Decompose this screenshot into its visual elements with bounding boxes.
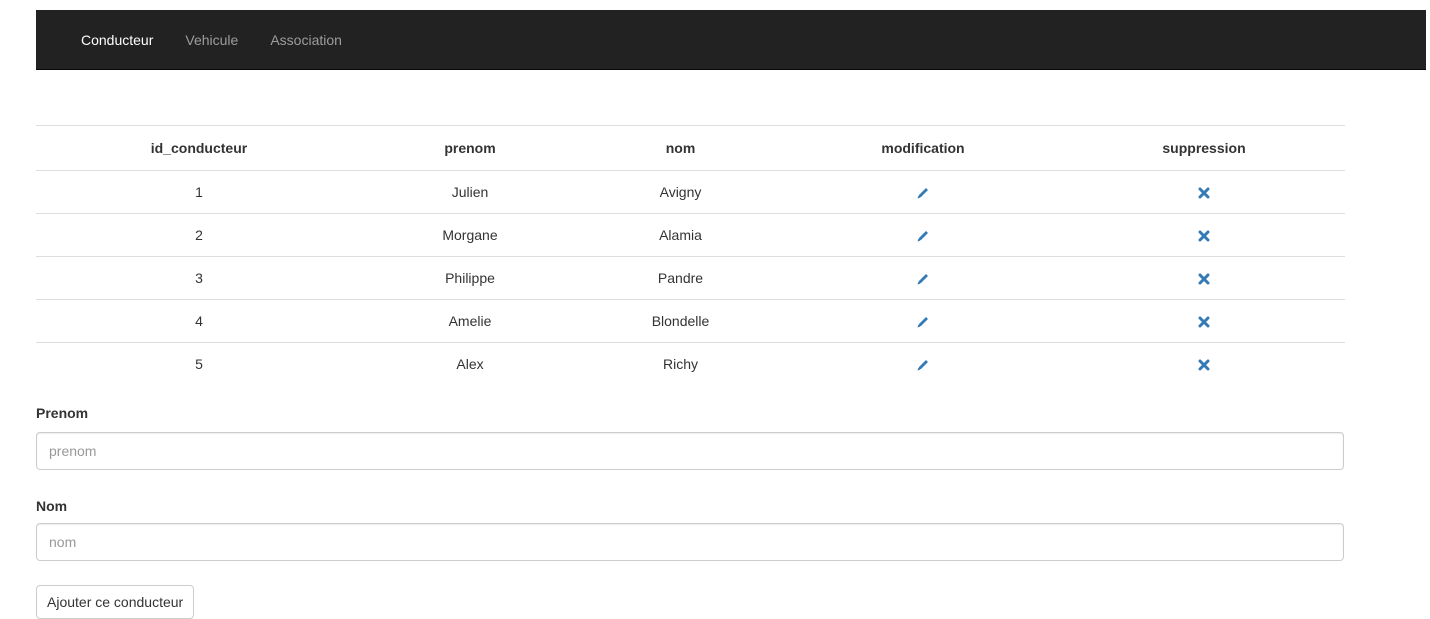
cell-modification bbox=[783, 256, 1063, 300]
cell-id-conducteur: 4 bbox=[36, 299, 362, 343]
pencil-icon[interactable] bbox=[915, 228, 931, 244]
table-row: 4 Amelie Blondelle bbox=[36, 299, 1345, 343]
cell-modification bbox=[783, 170, 1063, 214]
nom-label: Nom bbox=[36, 498, 68, 514]
nav-item-conducteur[interactable]: Conducteur bbox=[81, 32, 153, 48]
remove-icon[interactable] bbox=[1196, 314, 1212, 330]
cell-suppression bbox=[1063, 170, 1345, 214]
cell-prenom: Alex bbox=[456, 356, 484, 372]
remove-icon[interactable] bbox=[1196, 185, 1212, 201]
table-row: 2 Morgane Alamia bbox=[36, 213, 1345, 257]
navbar: Conducteur Vehicule Association bbox=[36, 10, 1426, 70]
table-row: 3 Philippe Pandre bbox=[36, 256, 1345, 300]
top-strip bbox=[0, 0, 1430, 10]
cell-id-conducteur: 2 bbox=[36, 213, 362, 257]
cell-prenom: Morgane bbox=[362, 213, 578, 257]
cell-id-conducteur: 3 bbox=[36, 256, 362, 300]
header-id-conducteur: id_conducteur bbox=[36, 125, 362, 171]
cell-prenom: Amelie bbox=[362, 299, 578, 343]
cell-suppression bbox=[1063, 256, 1345, 300]
cell-id-conducteur: 5 bbox=[195, 356, 203, 372]
conducteur-table: id_conducteur prenom nom modification su… bbox=[36, 125, 1345, 385]
cell-id-conducteur: 1 bbox=[36, 170, 362, 214]
remove-icon[interactable] bbox=[1196, 271, 1212, 287]
pencil-icon[interactable] bbox=[915, 314, 931, 330]
table-body: 1 Julien Avigny 2 Morgane Alamia 3 Philippe Pand… bbox=[36, 170, 1345, 386]
cell-nom: Avigny bbox=[578, 170, 783, 214]
add-conducteur-button[interactable]: Ajouter ce conducteur bbox=[36, 585, 195, 619]
cell-modification bbox=[783, 213, 1063, 257]
main-content: id_conducteur prenom nom modification su… bbox=[36, 125, 1345, 385]
cell-nom: Pandre bbox=[578, 256, 783, 300]
cell-prenom: Julien bbox=[362, 170, 578, 214]
cell-suppression bbox=[1063, 213, 1345, 257]
prenom-input[interactable] bbox=[36, 432, 1344, 470]
cell-modification bbox=[783, 343, 1063, 386]
pencil-icon[interactable] bbox=[915, 185, 931, 201]
nom-input[interactable] bbox=[36, 523, 1344, 561]
pencil-icon[interactable] bbox=[915, 357, 931, 373]
table-row: 1 Julien Avigny bbox=[36, 170, 1345, 214]
remove-icon[interactable] bbox=[1196, 228, 1212, 244]
nav-item-association[interactable]: Association bbox=[270, 32, 342, 48]
cell-nom: Alamia bbox=[578, 213, 783, 257]
cell-suppression bbox=[1063, 343, 1345, 386]
table-header-row: id_conducteur prenom nom modification su… bbox=[36, 125, 1345, 171]
pencil-icon[interactable] bbox=[915, 271, 931, 287]
table-row: 5 Alex Richy bbox=[36, 343, 1345, 386]
cell-nom: Blondelle bbox=[578, 299, 783, 343]
header-modification: modification bbox=[783, 125, 1063, 171]
header-prenom: prenom bbox=[362, 125, 578, 171]
remove-icon[interactable] bbox=[1196, 357, 1212, 373]
prenom-label: Prenom bbox=[36, 405, 89, 421]
header-nom: nom bbox=[578, 125, 783, 171]
nav-item-vehicule[interactable]: Vehicule bbox=[185, 32, 238, 48]
header-suppression: suppression bbox=[1063, 125, 1345, 171]
cell-suppression bbox=[1063, 299, 1345, 343]
cell-nom: Richy bbox=[662, 356, 698, 372]
cell-prenom: Philippe bbox=[362, 256, 578, 300]
cell-modification bbox=[783, 299, 1063, 343]
